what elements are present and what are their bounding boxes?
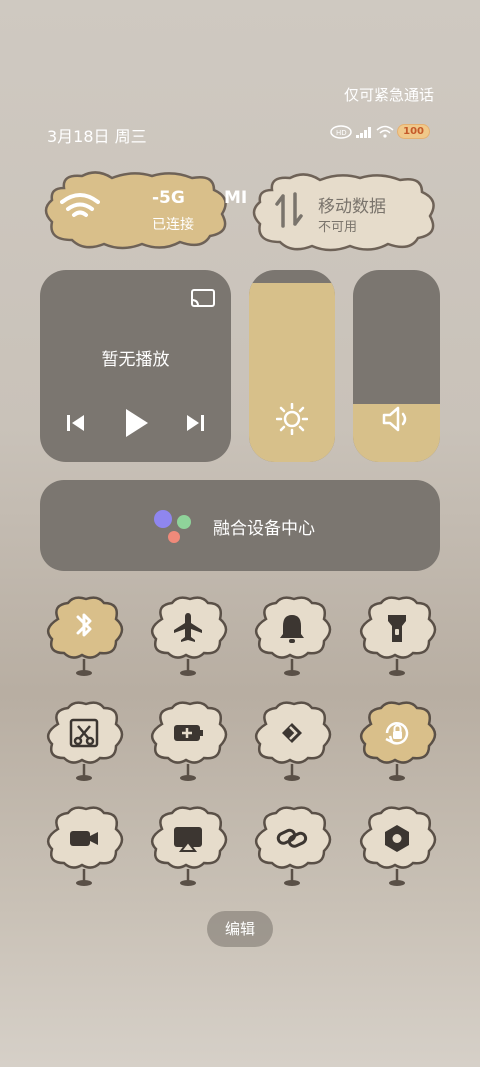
- emergency-calls-only-text: 仅可紧急通话: [343, 86, 434, 104]
- wifi-network-name: -5G: [152, 188, 185, 208]
- device-hub-logo: [154, 510, 191, 543]
- battery-badge: 100: [397, 124, 430, 139]
- flashlight-toggle[interactable]: [357, 593, 441, 683]
- cast-icon[interactable]: [190, 288, 216, 310]
- svg-text:HD: HD: [336, 129, 347, 137]
- cell-signal-icon: [356, 126, 372, 138]
- speaker-icon: [382, 406, 407, 432]
- device-hub-label: 融合设备中心: [213, 519, 315, 539]
- mobile-data-tile[interactable]: 移动数据 不可用: [250, 172, 438, 252]
- volume-slider[interactable]: [353, 270, 440, 462]
- link-toggle[interactable]: [252, 803, 336, 893]
- screenshot-toggle[interactable]: [44, 698, 128, 788]
- battery-saver-toggle[interactable]: [148, 698, 232, 788]
- date-label: 3月18日 周三: [47, 127, 147, 146]
- play-icon[interactable]: [122, 407, 150, 439]
- mobile-data-title: 移动数据: [318, 197, 386, 217]
- mobile-data-status: 不可用: [318, 220, 358, 235]
- previous-track-icon[interactable]: [65, 412, 87, 434]
- bluetooth-toggle[interactable]: [44, 593, 128, 683]
- battery-saver-icon: [174, 725, 203, 741]
- screen-record-toggle[interactable]: [44, 803, 128, 893]
- wifi-connection-status: 已连接: [152, 217, 194, 233]
- brightness-fill: [249, 283, 335, 462]
- next-track-icon[interactable]: [184, 412, 206, 434]
- hd-signal-icon: HD: [330, 124, 352, 139]
- wifi-status-icon: [376, 125, 394, 138]
- rotation-lock-toggle[interactable]: [357, 698, 441, 788]
- settings-hex-toggle[interactable]: [357, 803, 441, 893]
- bell-toggle[interactable]: [252, 593, 336, 683]
- wifi-icon: [60, 193, 100, 217]
- brightness-slider[interactable]: [249, 270, 335, 462]
- wifi-network-name-overflow: MI: [224, 188, 248, 208]
- sun-icon: [276, 403, 308, 435]
- cast-screen-toggle[interactable]: [148, 803, 232, 893]
- wifi-tile[interactable]: -5G MI 已连接: [42, 170, 247, 250]
- device-hub-card[interactable]: 融合设备中心: [40, 480, 440, 571]
- status-icons: HD 100: [330, 124, 430, 139]
- media-player-card[interactable]: 暂无播放: [40, 270, 231, 462]
- media-status: 暂无播放: [101, 350, 170, 370]
- edit-button[interactable]: 编辑: [207, 911, 273, 947]
- nearby-share-toggle[interactable]: [252, 698, 336, 788]
- mobile-data-arrows-icon: [275, 192, 303, 228]
- airplane-toggle[interactable]: [148, 593, 232, 683]
